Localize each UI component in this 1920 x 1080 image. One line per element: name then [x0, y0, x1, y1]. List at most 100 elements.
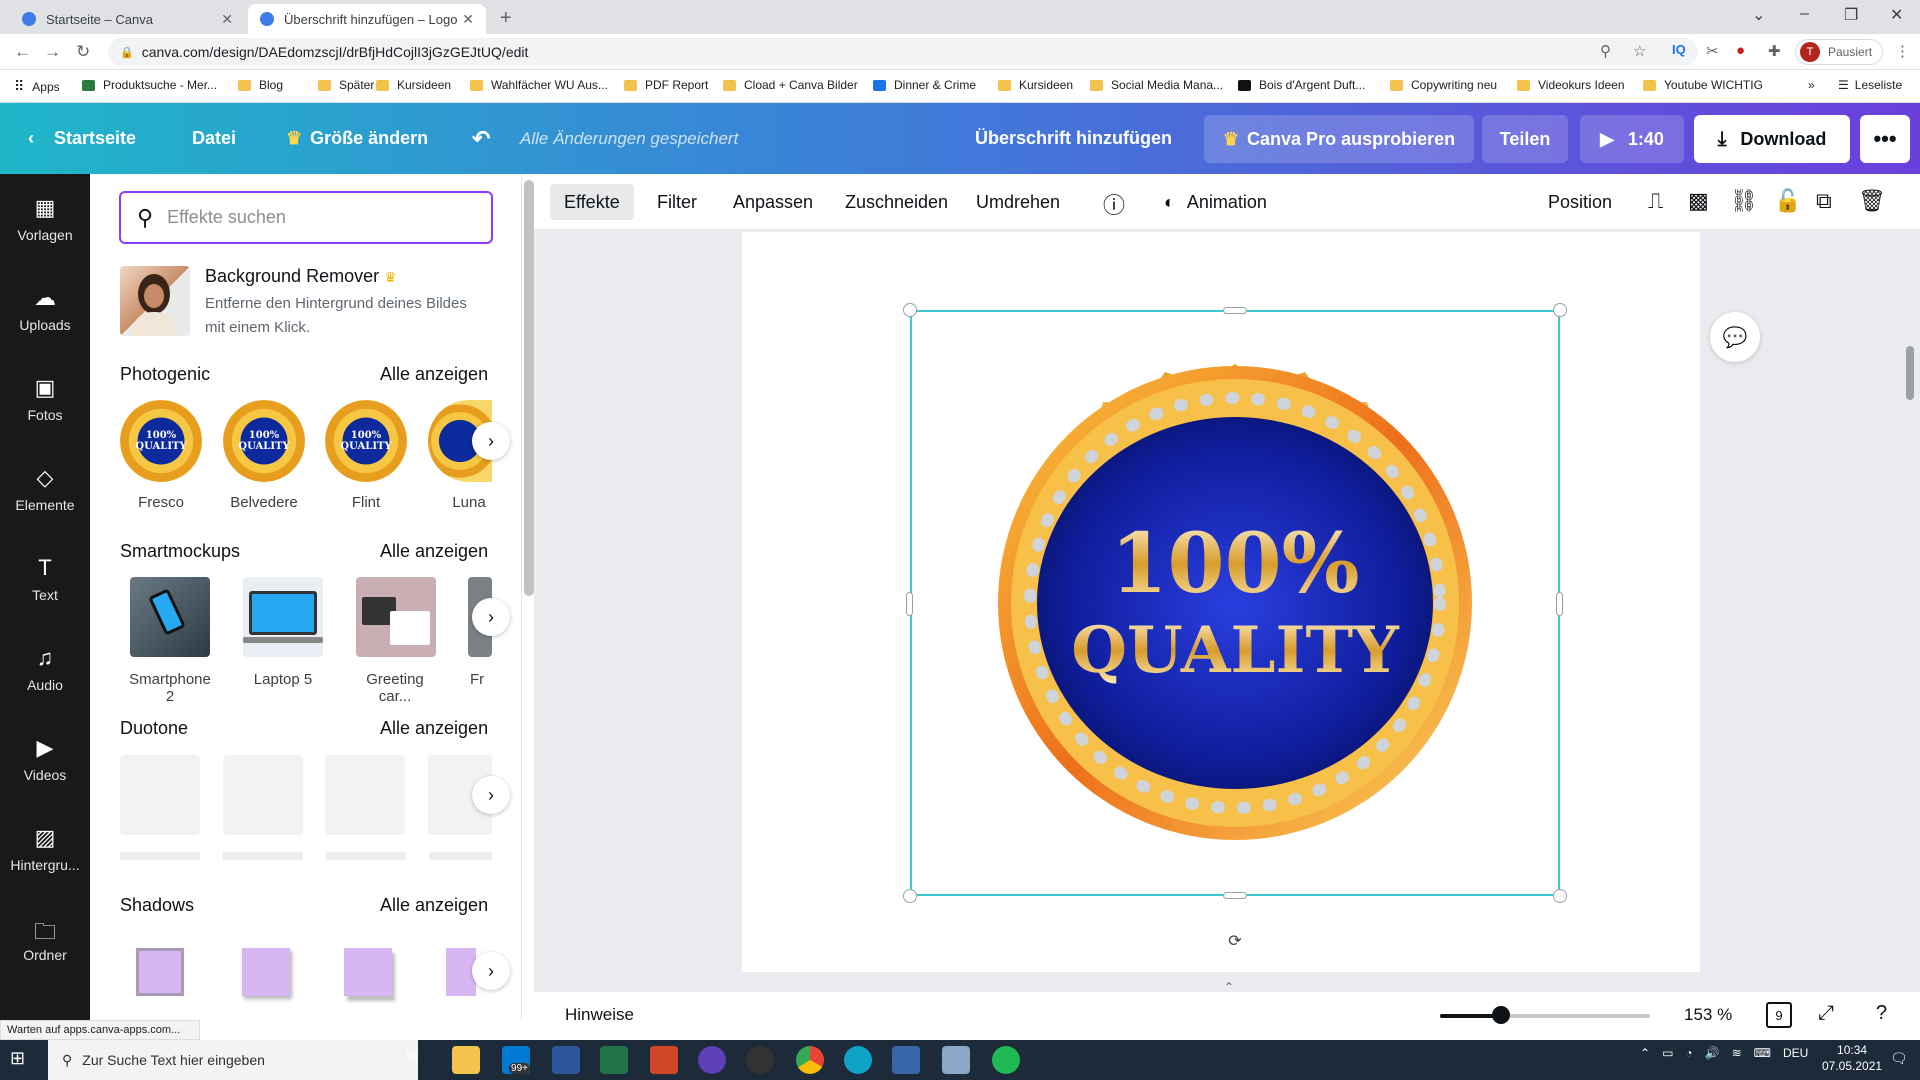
see-all-link[interactable]: Alle anzeigen [380, 541, 488, 562]
task-view-icon[interactable]: ⧉ [406, 1048, 417, 1066]
volume-icon[interactable]: 🔊 [1705, 1046, 1720, 1060]
resize-handle-right[interactable] [1556, 592, 1563, 616]
rail-background[interactable]: ▨ Hintergru... [0, 804, 90, 894]
bookmark-item[interactable]: Kursideen [376, 78, 451, 92]
rail-uploads[interactable]: ☁ Uploads [0, 264, 90, 354]
wifi-icon[interactable]: ≋ [1732, 1046, 1742, 1060]
shadow-thumbnail[interactable] [242, 948, 290, 996]
canvas-scrollbar[interactable] [1906, 346, 1914, 400]
bookmark-star-icon[interactable]: ☆ [1633, 42, 1646, 60]
taskbar-search[interactable]: ⚲ Zur Suche Text hier eingeben [48, 1040, 418, 1080]
resize-handle[interactable] [1553, 889, 1567, 903]
adjust-button[interactable]: Anpassen [719, 184, 827, 220]
obs-icon[interactable] [746, 1046, 774, 1074]
design-title[interactable]: Überschrift hinzufügen [975, 103, 1172, 174]
bookmark-item[interactable]: Copywriting neu [1390, 78, 1497, 92]
bookmark-item[interactable]: Wahlfächer WU Aus... [470, 78, 608, 92]
animation-button[interactable]: ◐ Animation [1150, 184, 1281, 220]
effect-thumbnail[interactable]: 100% QUALITY [223, 400, 305, 482]
forward-icon[interactable]: → [44, 42, 61, 62]
help-icon[interactable]: ? [1876, 1002, 1887, 1025]
browser-tab-design[interactable]: Überschrift hinzufügen – Logo ✕ [248, 4, 486, 34]
bookmark-item[interactable]: PDF Report [624, 78, 708, 92]
filter-button[interactable]: Filter [643, 184, 711, 220]
see-all-link[interactable]: Alle anzeigen [380, 895, 488, 916]
rotate-icon[interactable]: ⟳ [1222, 928, 1248, 954]
resize-button[interactable]: ♛ Größe ändern [286, 103, 428, 174]
profile-chip[interactable]: T Pausiert [1795, 39, 1883, 65]
extension-iq-icon[interactable]: IQ [1672, 42, 1686, 57]
duotone-thumbnail[interactable] [120, 755, 200, 835]
keyboard-icon[interactable]: ⌨ [1754, 1046, 1771, 1060]
new-tab-icon[interactable]: + [500, 7, 512, 30]
shadow-thumbnail[interactable] [136, 948, 184, 996]
bookmark-item[interactable]: Cload + Canva Bilder [723, 78, 858, 92]
effect-thumbnail[interactable]: 100% QUALITY [325, 400, 407, 482]
resize-handle[interactable] [903, 303, 917, 317]
windows-start-icon[interactable]: ⊞ [10, 1048, 25, 1069]
link-icon[interactable]: ⛓ [1730, 188, 1758, 214]
rail-audio[interactable]: ♫ Audio [0, 624, 90, 714]
info-icon[interactable]: ⓘ [1103, 188, 1125, 220]
notes-button[interactable]: Hinweise [565, 1005, 634, 1025]
rail-elements[interactable]: ◇ Elemente [0, 444, 90, 534]
panel-scrollbar[interactable] [524, 180, 534, 596]
language-label[interactable]: DEU [1783, 1046, 1808, 1060]
chevron-right-icon[interactable]: › [472, 422, 510, 460]
share-button[interactable]: Teilen [1482, 115, 1568, 163]
crop-button[interactable]: Zuschneiden [831, 184, 962, 220]
bookmark-item[interactable]: Später [318, 78, 374, 92]
trash-icon[interactable]: 🗑 [1858, 188, 1886, 214]
excel-icon[interactable] [600, 1046, 628, 1074]
extension-red-icon[interactable]: ● [1736, 42, 1745, 59]
resize-handle-bottom[interactable] [1223, 892, 1247, 899]
effects-button[interactable]: Effekte [550, 184, 634, 220]
chevron-up-icon[interactable]: ⌃ [1224, 980, 1234, 994]
rail-templates[interactable]: ▦ Vorlagen [0, 174, 90, 264]
duotone-thumbnail[interactable] [223, 755, 303, 835]
zoom-slider-knob[interactable] [1491, 1006, 1510, 1024]
see-all-link[interactable]: Alle anzeigen [380, 718, 488, 739]
page-count-button[interactable]: 9 [1766, 1002, 1792, 1028]
add-comment-icon[interactable]: 💬 [1710, 312, 1760, 362]
background-remover-thumbnail[interactable] [120, 266, 190, 336]
greeting-card-mockup-thumbnail[interactable] [356, 577, 436, 657]
duotone-thumbnail[interactable] [325, 755, 405, 835]
bookmark-overflow-icon[interactable]: » [1808, 78, 1815, 92]
fullscreen-icon[interactable]: ⤢ [1818, 1002, 1834, 1025]
bookmark-item[interactable]: Blog [238, 78, 283, 92]
reading-list[interactable]: ☰ Leseliste [1838, 78, 1902, 92]
app-icon[interactable] [892, 1046, 920, 1074]
chrome-icon[interactable] [796, 1046, 824, 1074]
resize-handle[interactable] [903, 889, 917, 903]
position-button[interactable]: Position [1534, 184, 1626, 220]
transparency-icon[interactable]: ▩ [1688, 188, 1709, 214]
close-tab-icon[interactable]: ✕ [462, 11, 474, 28]
battery-icon[interactable]: ▭ [1662, 1046, 1673, 1060]
zoom-percentage[interactable]: 153 % [1684, 1005, 1732, 1025]
browser-tab-home[interactable]: Startseite – Canva ✕ [10, 4, 245, 34]
network-icon[interactable]: ◔ [1685, 1046, 1692, 1060]
word-icon[interactable] [552, 1046, 580, 1074]
tab-search-icon[interactable]: ⌄ [1752, 5, 1765, 25]
chevron-right-icon[interactable]: › [472, 952, 510, 990]
app-icon[interactable] [942, 1046, 970, 1074]
effects-search-input[interactable]: ⚲ Effekte suchen [119, 191, 493, 244]
window-close-icon[interactable]: ✕ [1890, 5, 1903, 25]
more-options-button[interactable]: ••• [1860, 115, 1910, 163]
bookmark-item[interactable]: Social Media Mana... [1090, 78, 1223, 92]
flip-button[interactable]: Umdrehen [962, 184, 1074, 220]
bookmark-item[interactable]: Youtube WICHTIG [1643, 78, 1763, 92]
present-button[interactable]: ▶ 1:40 [1580, 115, 1684, 163]
clock[interactable]: 10:34 07.05.2021 [1822, 1042, 1882, 1074]
mail-icon[interactable]: 99+ [502, 1046, 530, 1074]
browser-menu-icon[interactable]: ⋮ [1895, 42, 1910, 60]
resize-handle[interactable] [1553, 303, 1567, 317]
shadow-thumbnail[interactable] [344, 948, 392, 996]
rail-folders[interactable]: 🗀 Ordner [0, 894, 90, 984]
laptop-mockup-thumbnail[interactable] [243, 577, 323, 657]
rail-videos[interactable]: ▶ Videos [0, 714, 90, 804]
rail-photos[interactable]: ▣ Fotos [0, 354, 90, 444]
see-all-link[interactable]: Alle anzeigen [380, 364, 488, 385]
app-icon[interactable] [698, 1046, 726, 1074]
